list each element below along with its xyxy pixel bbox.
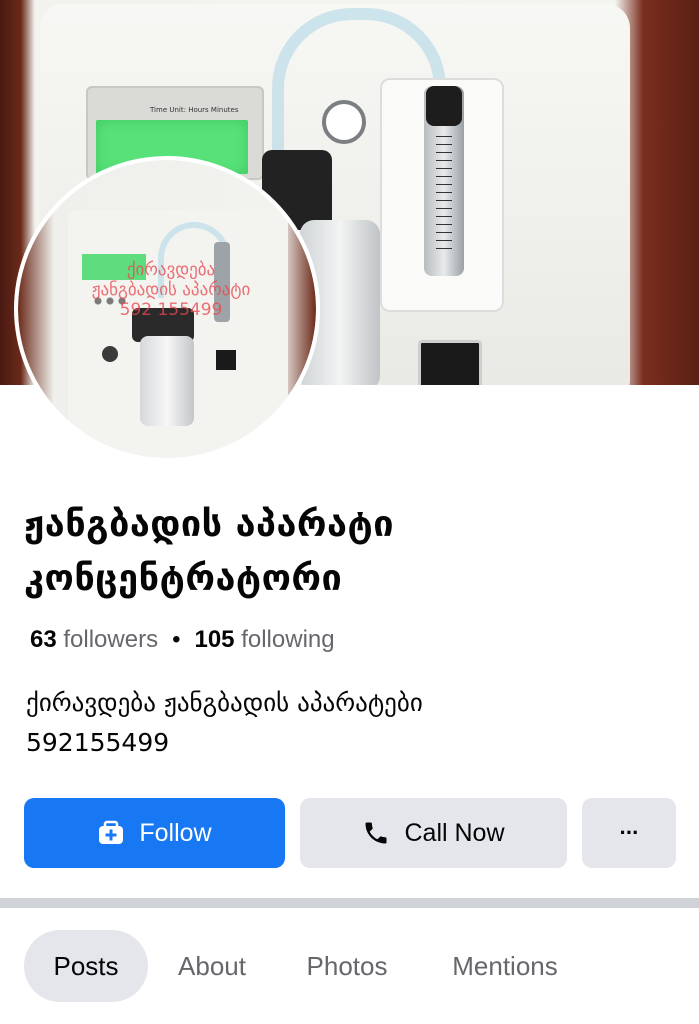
flowmeter [424,86,464,276]
tab-posts[interactable]: Posts [24,930,148,1002]
tab-about[interactable]: About [160,930,264,1002]
humidifier-bottle [140,336,194,426]
followers-count: 63 [30,626,57,653]
device-display-caption: Time Unit: Hours Minutes [150,106,239,114]
page-title: ჟანგბადის აპარატი კონცენტრატორი [24,504,394,599]
tab-photos[interactable]: Photos [290,930,404,1002]
page-bio: ქირავდება ჟანგბადის აპარატები 592155499 [26,683,686,763]
outlet-knob [322,100,366,144]
follow-button[interactable]: Follow [24,798,285,868]
phone-icon [362,819,390,847]
more-options-button[interactable]: ··· [582,798,676,868]
follow-stats: 63 followers • 105 following [30,626,335,654]
more-options-icon: ··· [619,820,640,845]
following-count: 105 [194,626,235,653]
watermark-line: ქირავდება [126,260,216,280]
bio-phone: 592155499 [26,728,170,757]
power-switch [216,350,236,370]
stats-separator: • [172,626,181,653]
profile-picture-photo: ქირავდება ჟანგბადის აპარატი 592 155499 [18,160,316,458]
followers-label: followers [63,626,159,653]
flowmeter-cap [426,86,462,126]
power-switch [418,340,482,385]
followers-link[interactable]: 63 followers [30,626,158,653]
follow-button-label: Follow [139,818,212,847]
following-label: following [241,626,335,653]
watermark-line: ჟანგბადის აპარატი [91,280,251,300]
outlet-port [102,346,118,362]
watermark-text: ქირავდება ჟანგბადის აპარატი 592 155499 [58,260,284,320]
profile-picture[interactable]: ქირავდება ჟანგბადის აპარატი 592 155499 [14,156,320,462]
profile-tabs: Posts About Photos Mentions [0,930,699,1002]
watermark-line: 592 155499 [119,300,223,320]
call-now-button-label: Call Now [404,818,505,847]
section-divider [0,898,699,908]
following-link[interactable]: 105 following [194,626,334,653]
bio-line: ქირავდება ჟანგბადის აპარატები [26,688,423,717]
flowmeter-scale [436,136,452,256]
follow-page-icon [97,820,125,846]
tab-mentions[interactable]: Mentions [430,930,580,1002]
call-now-button[interactable]: Call Now [300,798,567,868]
